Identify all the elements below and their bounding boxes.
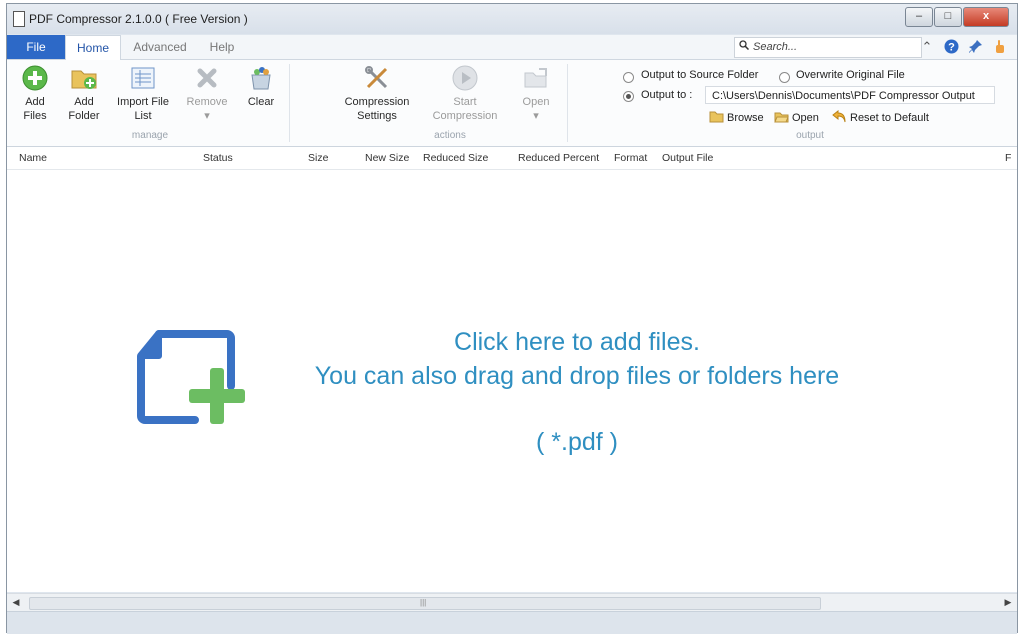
- import-file-list-label-2: List: [134, 110, 152, 122]
- remove-button[interactable]: Remove ▾: [182, 64, 232, 123]
- output-to-source-radio[interactable]: [623, 72, 634, 83]
- status-bar: [7, 611, 1017, 634]
- horizontal-scrollbar[interactable]: ◀ ||| ▶: [7, 593, 1017, 611]
- column-header-reduced-percent[interactable]: Reduced Percent: [518, 152, 599, 164]
- remove-dropdown-arrow: ▾: [204, 110, 210, 122]
- add-folder-button[interactable]: Add Folder: [62, 64, 106, 123]
- group-label-output: output: [796, 130, 824, 141]
- app-icon: [13, 11, 25, 27]
- close-button[interactable]: x: [963, 7, 1009, 27]
- add-folder-label-1: Add: [74, 96, 94, 108]
- overwrite-original-radio[interactable]: [779, 72, 790, 83]
- open-output-button[interactable]: Open ▾: [514, 64, 558, 123]
- clear-icon: [247, 64, 275, 92]
- file-list-header: Name Status Size New Size Reduced Size R…: [7, 147, 1017, 170]
- open-output-label-1: Open: [522, 96, 550, 108]
- maximize-button[interactable]: □: [934, 7, 962, 27]
- column-header-format[interactable]: Format: [614, 152, 647, 164]
- add-pdf-file-icon: [137, 330, 245, 424]
- browse-icon: [709, 110, 724, 126]
- hand-icon[interactable]: [991, 39, 1007, 55]
- import-list-icon: [129, 64, 157, 92]
- output-to-label: Output to :: [641, 89, 693, 101]
- clear-button[interactable]: Clear: [239, 64, 283, 109]
- start-compression-button[interactable]: Start Compression: [427, 64, 503, 123]
- search-input[interactable]: Search...: [734, 37, 922, 58]
- svg-text:?: ?: [948, 42, 955, 54]
- scroll-grip-icon: |||: [420, 598, 427, 607]
- output-path-field[interactable]: C:\Users\Dennis\Documents\PDF Compressor…: [705, 86, 995, 104]
- column-header-size[interactable]: Size: [308, 152, 328, 164]
- ribbon-panel: Add Files Add Folder Import File List Re…: [7, 60, 1017, 147]
- browse-label: Browse: [727, 112, 764, 124]
- column-header-status[interactable]: Status: [203, 152, 233, 164]
- search-icon: [735, 38, 753, 57]
- window-title: PDF Compressor 2.1.0.0 ( Free Version ): [29, 12, 248, 26]
- open-icon: [522, 64, 550, 92]
- tab-help[interactable]: Help: [199, 35, 245, 59]
- group-label-manage: manage: [131, 130, 169, 141]
- pin-icon[interactable]: [967, 39, 983, 55]
- remove-icon: [193, 64, 221, 92]
- add-file-icon: [21, 64, 49, 92]
- column-header-new-size[interactable]: New Size: [365, 152, 409, 164]
- add-folder-icon: [70, 64, 98, 92]
- ribbon-separator: [289, 64, 290, 142]
- drop-zone-filter: ( *.pdf ): [536, 428, 618, 456]
- group-label-actions: actions: [434, 130, 466, 141]
- compression-settings-button[interactable]: Compression Settings: [339, 64, 415, 123]
- column-header-f[interactable]: F: [1005, 152, 1011, 164]
- overwrite-original-label[interactable]: Overwrite Original File: [796, 69, 905, 81]
- clear-label: Clear: [247, 96, 275, 108]
- open-folder-button[interactable]: Open: [774, 110, 819, 126]
- add-files-label-1: Add: [25, 96, 45, 108]
- add-files-button[interactable]: Add Files: [15, 64, 55, 123]
- start-compression-label-2: Compression: [432, 110, 498, 122]
- help-icon[interactable]: ?: [943, 39, 959, 55]
- tab-advanced[interactable]: Advanced: [125, 35, 195, 59]
- output-to-radio[interactable]: [623, 91, 634, 102]
- scroll-right-arrow-icon[interactable]: ▶: [1001, 596, 1015, 609]
- reset-label: Reset to Default: [850, 112, 929, 124]
- compression-settings-label-2: Settings: [357, 110, 397, 122]
- tab-file[interactable]: File: [7, 35, 65, 59]
- minimize-button[interactable]: –: [905, 7, 933, 27]
- compression-settings-label-1: Compression: [344, 96, 410, 108]
- collapse-ribbon-icon[interactable]: ⌃: [919, 39, 935, 55]
- column-header-output-file[interactable]: Output File: [662, 152, 713, 164]
- search-placeholder: Search...: [753, 41, 798, 53]
- start-icon: [451, 64, 479, 92]
- open-folder-label: Open: [792, 112, 819, 124]
- ribbon-separator: [567, 64, 568, 142]
- browse-button[interactable]: Browse: [709, 110, 764, 126]
- import-file-list-button[interactable]: Import File List: [111, 64, 175, 123]
- compression-settings-icon: [363, 64, 391, 92]
- reset-icon: [832, 109, 847, 126]
- drop-zone[interactable]: Click here to add files. You can also dr…: [7, 170, 1017, 592]
- output-to-source-label[interactable]: Output to Source Folder: [641, 69, 758, 81]
- scroll-left-arrow-icon[interactable]: ◀: [9, 596, 23, 609]
- column-header-name[interactable]: Name: [19, 152, 47, 164]
- tab-home[interactable]: Home: [65, 35, 121, 61]
- add-folder-label-2: Folder: [68, 110, 100, 122]
- open-output-dropdown-arrow: ▾: [533, 110, 539, 122]
- reset-to-default-button[interactable]: Reset to Default: [832, 109, 929, 126]
- drop-zone-subtitle: You can also drag and drop files or fold…: [314, 362, 840, 390]
- start-compression-label-1: Start: [453, 96, 477, 108]
- import-file-list-label-1: Import File: [117, 96, 169, 108]
- title-bar: PDF Compressor 2.1.0.0 ( Free Version ) …: [7, 4, 1017, 34]
- column-header-reduced-size[interactable]: Reduced Size: [423, 152, 488, 164]
- scrollbar-thumb[interactable]: |||: [29, 597, 821, 610]
- ribbon-tabs: File Home Advanced Help Search... ⌃ ?: [7, 35, 1017, 61]
- app-window: PDF Compressor 2.1.0.0 ( Free Version ) …: [6, 3, 1018, 634]
- remove-label-1: Remove: [186, 96, 228, 108]
- add-files-label-2: Files: [23, 110, 47, 122]
- open-folder-icon: [774, 110, 789, 126]
- drop-zone-title: Click here to add files.: [454, 328, 700, 356]
